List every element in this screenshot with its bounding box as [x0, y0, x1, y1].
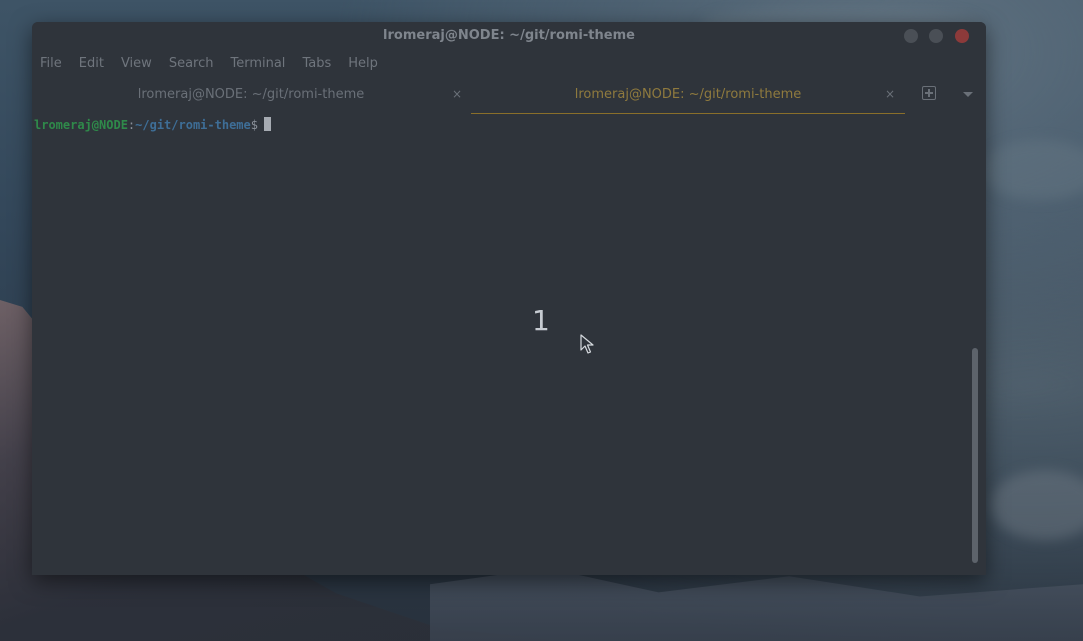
terminal-window: lromeraj@NODE: ~/git/romi-theme File Edi… [32, 22, 986, 575]
tab-1-label: lromeraj@NODE: ~/git/romi-theme [137, 87, 365, 102]
close-window-button[interactable] [955, 29, 969, 43]
tab-1[interactable]: lromeraj@NODE: ~/git/romi-theme × [32, 76, 470, 113]
overlay-number: 1 [532, 304, 550, 337]
tab-2-active[interactable]: lromeraj@NODE: ~/git/romi-theme × [471, 76, 905, 115]
mouse-pointer-icon [580, 334, 594, 354]
terminal-area[interactable]: lromeraj@NODE:~/git/romi-theme$ 1 [32, 114, 986, 575]
tab-bar: lromeraj@NODE: ~/git/romi-theme × lromer… [32, 76, 986, 115]
tab-1-close-icon[interactable]: × [452, 87, 462, 101]
prompt-dollar: $ [250, 118, 258, 132]
titlebar[interactable]: lromeraj@NODE: ~/git/romi-theme [32, 22, 986, 50]
prompt-user-host: lromeraj@NODE [34, 118, 128, 132]
new-tab-icon[interactable] [922, 86, 936, 100]
tab-2-label: lromeraj@NODE: ~/git/romi-theme [574, 87, 802, 102]
prompt-path: ~/git/romi-theme [135, 118, 251, 132]
scrollbar[interactable] [972, 348, 978, 563]
text-cursor [263, 117, 271, 131]
minimize-button[interactable] [904, 29, 918, 43]
shell-prompt: lromeraj@NODE:~/git/romi-theme$ [34, 117, 271, 132]
menu-help[interactable]: Help [348, 56, 378, 71]
menu-terminal[interactable]: Terminal [230, 56, 285, 71]
menu-view[interactable]: View [121, 56, 152, 71]
menu-search[interactable]: Search [169, 56, 214, 71]
chevron-down-icon[interactable] [963, 92, 973, 97]
menu-tabs[interactable]: Tabs [302, 56, 331, 71]
menu-file[interactable]: File [40, 56, 62, 71]
menubar: File Edit View Search Terminal Tabs Help [32, 50, 986, 76]
menu-edit[interactable]: Edit [79, 56, 104, 71]
maximize-button[interactable] [929, 29, 943, 43]
window-title: lromeraj@NODE: ~/git/romi-theme [383, 28, 635, 43]
tab-2-close-icon[interactable]: × [885, 87, 895, 101]
